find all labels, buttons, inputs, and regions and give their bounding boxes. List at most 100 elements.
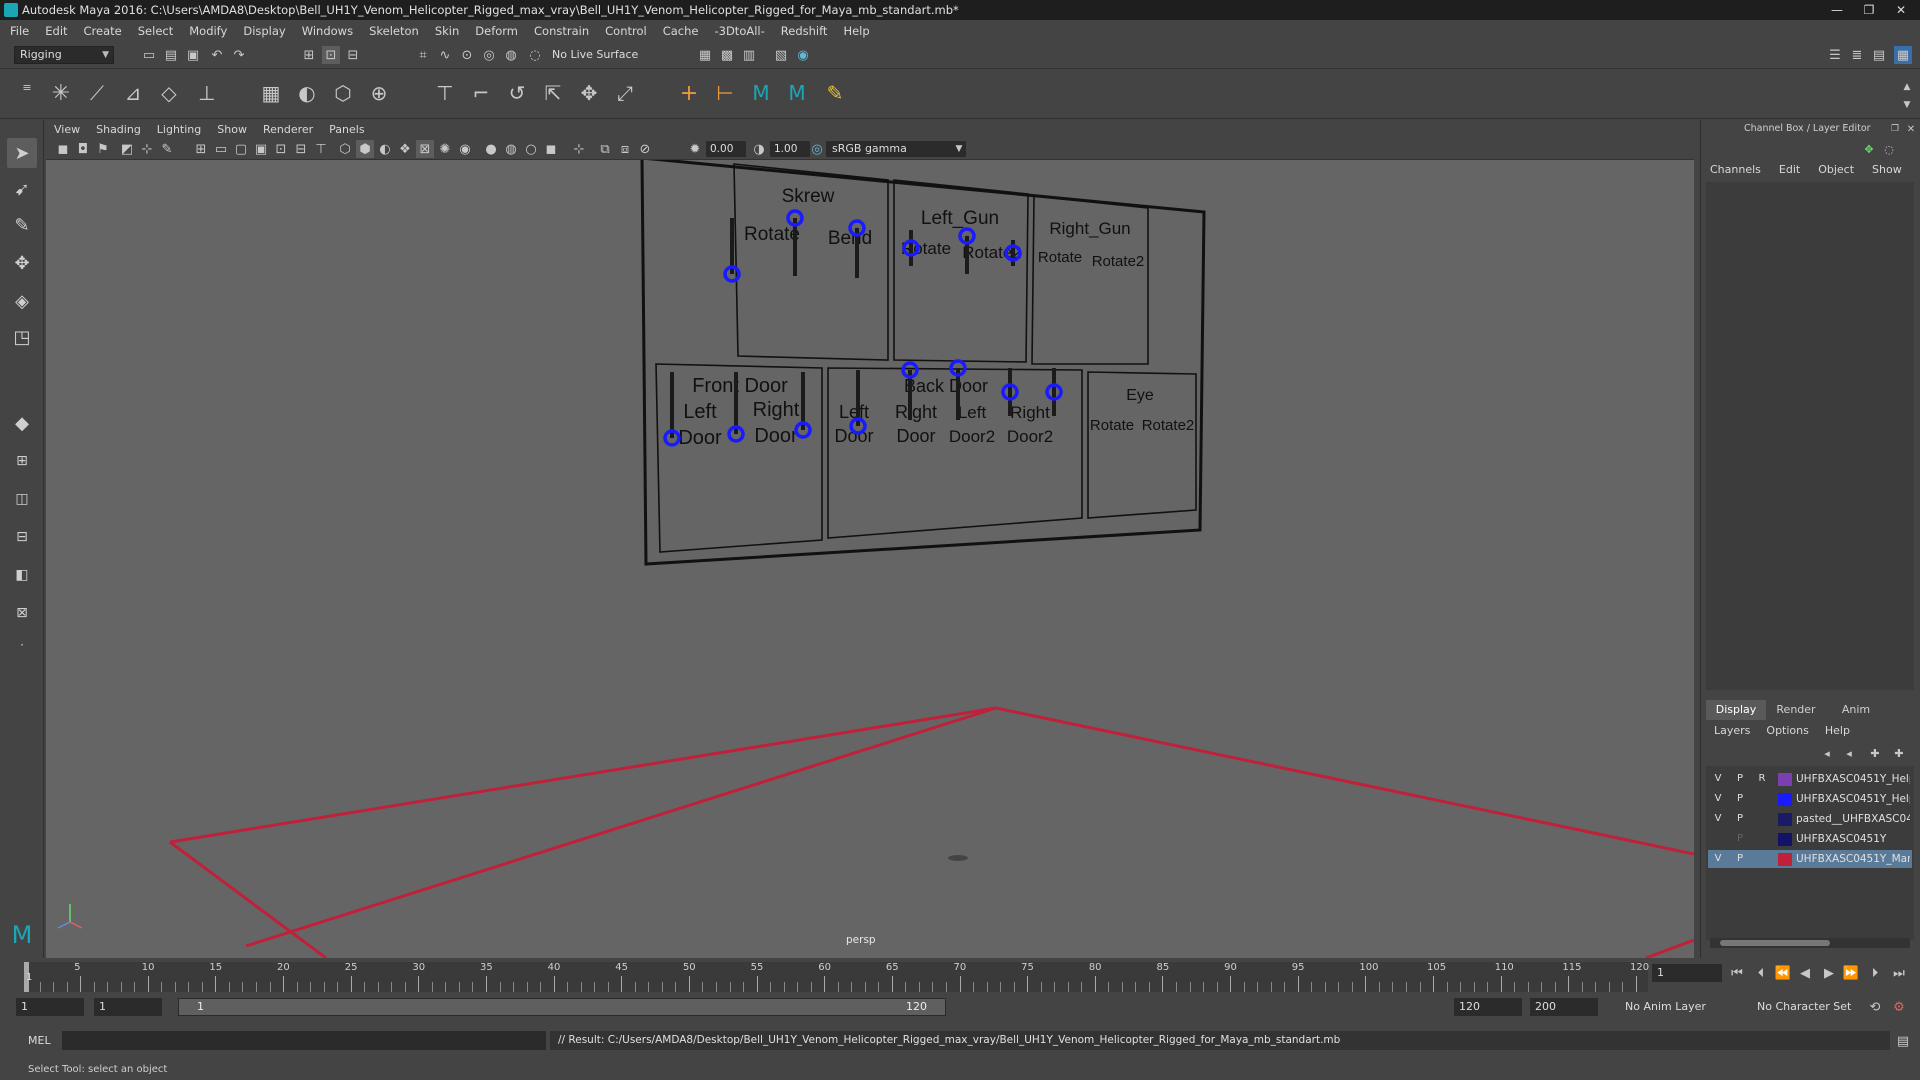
scale-constraint-icon[interactable]: ⇱ <box>544 81 562 105</box>
persp-hypershade-layout-icon[interactable]: ◧ <box>7 560 37 590</box>
menu-deform[interactable]: Deform <box>475 24 518 38</box>
use-all-lights-icon[interactable]: ⊠ <box>416 140 434 158</box>
gamma-icon[interactable]: ◑ <box>750 140 768 158</box>
menu-display[interactable]: Display <box>243 24 285 38</box>
live-surface-field[interactable]: No Live Surface <box>552 46 652 64</box>
layer-color-swatch[interactable] <box>1778 772 1792 786</box>
cb-menu-object[interactable]: Object <box>1818 163 1854 176</box>
play-backwards-icon[interactable]: ◀ <box>1796 964 1814 982</box>
step-back-key-icon[interactable]: ⏪ <box>1774 964 1792 982</box>
layer-color-swatch[interactable] <box>1778 812 1792 826</box>
layer-color-swatch[interactable] <box>1778 852 1792 866</box>
gamma-field[interactable]: 1.00 <box>770 141 810 157</box>
bind-skin-icon[interactable]: ▦ <box>262 81 281 105</box>
layer-row[interactable]: V P R UHFBXASC0451Y_Help <box>1708 770 1912 788</box>
layer-display-type-toggle[interactable]: R <box>1752 771 1772 787</box>
vp-menu-view[interactable]: View <box>54 123 80 136</box>
bookmark-icon[interactable]: ⚑ <box>94 140 112 158</box>
layer-color-swatch[interactable] <box>1778 832 1792 846</box>
paint-weights-icon[interactable]: ◐ <box>298 81 316 105</box>
menu-cache[interactable]: Cache <box>663 24 699 38</box>
script-editor-button-icon[interactable]: ▤ <box>1894 1032 1912 1050</box>
backface-cull-icon[interactable]: ⊘ <box>636 140 654 158</box>
cb-menu-channels[interactable]: Channels <box>1710 163 1761 176</box>
layer-color-swatch[interactable] <box>1778 792 1792 806</box>
shadows-icon[interactable]: ✺ <box>436 140 454 158</box>
layer-row[interactable]: P UHFBXASC0451Y <box>1708 830 1912 848</box>
menu-windows[interactable]: Windows <box>302 24 353 38</box>
menu-control[interactable]: Control <box>605 24 647 38</box>
lattice-icon[interactable]: ⬡ <box>334 81 352 105</box>
pole-vector-icon[interactable]: ⤢ <box>616 81 634 105</box>
go-to-end-icon[interactable]: ⏭ <box>1890 964 1908 982</box>
ambient-occlusion-icon[interactable]: ◉ <box>456 140 474 158</box>
motion-blur-icon[interactable]: ● <box>482 140 500 158</box>
attribute-editor-icon[interactable]: ≣ <box>1848 46 1866 64</box>
outliner-persp-layout-icon[interactable]: ⊠ <box>7 598 37 628</box>
create-joints-icon[interactable]: ✳ <box>52 81 70 106</box>
menu-skin[interactable]: Skin <box>435 24 459 38</box>
anti-aliasing-icon[interactable]: ◍ <box>502 140 520 158</box>
render-view-icon[interactable]: ▦ <box>696 46 714 64</box>
scale-tool-icon[interactable]: ◳ <box>7 322 37 352</box>
script-language-toggle[interactable]: MEL <box>28 1034 51 1047</box>
snap-curve-icon[interactable]: ∿ <box>436 46 454 64</box>
layout-more-icon[interactable]: · <box>7 630 37 660</box>
redo-icon[interactable]: ↷ <box>230 46 248 64</box>
layer-visibility-toggle[interactable]: V <box>1708 811 1728 827</box>
grid-toggle-icon[interactable]: ⊞ <box>192 140 210 158</box>
2d-pan-zoom-icon[interactable]: ⊹ <box>138 140 156 158</box>
menu-help[interactable]: Help <box>843 24 869 38</box>
cluster-icon[interactable]: ⊕ <box>370 81 388 105</box>
menu-select[interactable]: Select <box>138 24 173 38</box>
exposure-field[interactable]: 0.00 <box>706 141 746 157</box>
layer-playback-toggle[interactable]: P <box>1730 811 1750 827</box>
animation-preferences-icon[interactable]: ⚙ <box>1890 998 1908 1016</box>
close-panel-icon[interactable]: ✕ <box>1902 120 1920 138</box>
character-set-dropdown[interactable]: No Character Set <box>1752 998 1862 1016</box>
single-perspective-layout-icon[interactable]: ◆ <box>7 408 37 438</box>
color-management-icon[interactable]: ◎ <box>808 140 826 158</box>
select-by-component-icon[interactable]: ⊟ <box>344 46 362 64</box>
quick-rig-icon[interactable]: M <box>752 81 770 105</box>
layer-visibility-toggle[interactable]: V <box>1708 771 1728 787</box>
vp-menu-lighting[interactable]: Lighting <box>157 123 201 136</box>
hypershade-icon[interactable]: ◉ <box>794 46 812 64</box>
cb-menu-show[interactable]: Show <box>1872 163 1902 176</box>
animation-end-field[interactable]: 200 <box>1530 998 1598 1016</box>
wireframe-on-shaded-icon[interactable]: ◐ <box>376 140 394 158</box>
menu-modify[interactable]: Modify <box>189 24 227 38</box>
perspective-viewport[interactable]: Skrew Rotate Bend Left_Gun Rotate Rotate… <box>46 120 1694 958</box>
layer-playback-toggle[interactable]: P <box>1730 771 1750 787</box>
new-layer-from-selected-icon[interactable]: ✚ <box>1890 744 1908 762</box>
ik-handle-icon[interactable]: ⟋ <box>88 81 106 105</box>
playback-end-field[interactable]: 120 <box>1454 998 1522 1016</box>
layer-visibility-toggle[interactable]: V <box>1708 791 1728 807</box>
select-tool-icon[interactable]: ➤ <box>7 138 37 168</box>
tool-settings-icon[interactable]: ▤ <box>1870 46 1888 64</box>
paint-select-tool-icon[interactable]: ✎ <box>7 210 37 240</box>
snap-point-icon[interactable]: ⊙ <box>458 46 476 64</box>
select-by-object-icon[interactable]: ⊡ <box>322 46 340 64</box>
le-menu-options[interactable]: Options <box>1766 724 1808 737</box>
point-constraint-icon[interactable]: ⌐ <box>472 81 490 105</box>
layer-row[interactable]: V P pasted__UHFBXASC045 <box>1708 810 1912 828</box>
render-current-icon[interactable]: ▩ <box>718 46 736 64</box>
layer-playback-toggle[interactable]: P <box>1730 791 1750 807</box>
minimize-icon[interactable]: — <box>1822 1 1852 19</box>
depth-of-field-icon[interactable]: ○ <box>522 140 540 158</box>
ipr-render-icon[interactable]: ▥ <box>740 46 758 64</box>
channel-box-toggle-icon[interactable]: ▦ <box>1894 46 1912 64</box>
move-tool-icon[interactable]: ✥ <box>7 248 37 278</box>
layer-display-type-toggle[interactable] <box>1752 811 1772 827</box>
snap-pivot-icon[interactable]: ◌ <box>526 46 544 64</box>
tab-display[interactable]: Display <box>1706 700 1766 720</box>
move-layer-down-icon[interactable]: ◂ <box>1840 744 1858 762</box>
menu-redshift[interactable]: Redshift <box>781 24 828 38</box>
move-layer-up-icon[interactable]: ◂ <box>1818 744 1836 762</box>
time-slider-track[interactable]: 5 10 15 20 25 30 35 40 45 50 55 60 65 70 75 80 85 90 95 100… <box>24 962 1649 992</box>
vp-menu-shading[interactable]: Shading <box>96 123 141 136</box>
menu-edit[interactable]: Edit <box>45 24 67 38</box>
play-forwards-icon[interactable]: ▶ <box>1820 964 1838 982</box>
xray-active-icon[interactable]: ⧈ <box>616 140 634 158</box>
